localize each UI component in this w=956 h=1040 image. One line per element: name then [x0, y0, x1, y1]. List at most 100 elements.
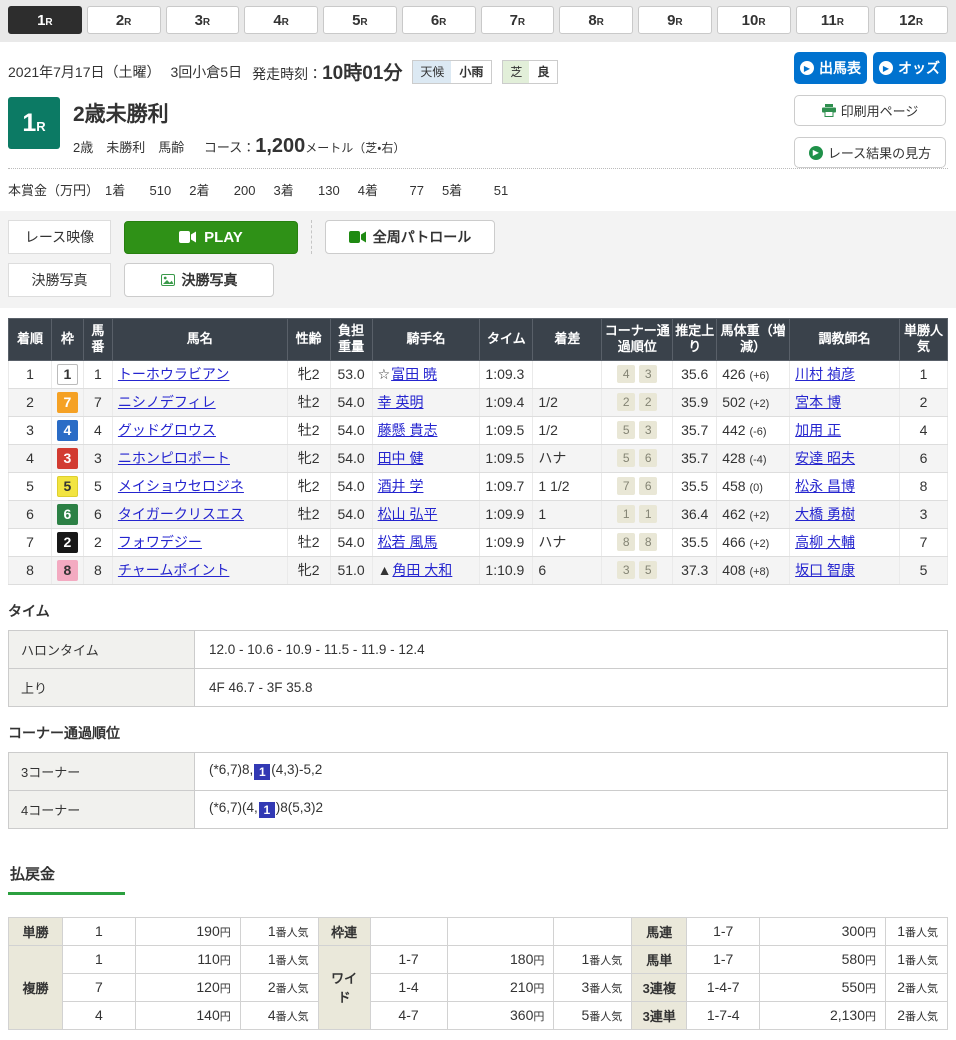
horse-name-link[interactable]: メイショウセロジネ	[118, 478, 244, 494]
last-3f: 35.7	[673, 416, 717, 444]
print-page-button[interactable]: 印刷用ページ	[794, 95, 946, 126]
corner-positions: 88	[602, 528, 673, 556]
body-weight-diff: (+6)	[749, 370, 769, 382]
prize-money-row: 本賞金（万円）1着5102着2003着1304着775着51	[8, 168, 948, 207]
horse-name-link[interactable]: トーホウラビアン	[118, 366, 229, 382]
corner-positions: 43	[602, 360, 673, 388]
payout-combination: 1-4-7	[687, 973, 760, 1001]
race-tab-11r[interactable]: 11R	[796, 6, 870, 34]
results-header: 推定上り	[673, 319, 717, 361]
start-time-label: 発走時刻：	[252, 66, 322, 82]
corner-position-box: 2	[639, 393, 657, 411]
frame-number-badge: 5	[57, 476, 78, 497]
jockey-link[interactable]: 幸 英明	[378, 394, 424, 410]
corner-position-box: 2	[617, 393, 635, 411]
horse-name-link[interactable]: ニホンピロポート	[118, 450, 230, 466]
race-date: 2021年7月17日（土曜）	[8, 62, 161, 82]
race-tab-3r[interactable]: 3R	[166, 6, 240, 34]
race-tab-6r[interactable]: 6R	[402, 6, 476, 34]
time-section-title: タイム	[8, 601, 948, 621]
trainer-link[interactable]: 坂口 智康	[795, 562, 855, 578]
corner-position-box: 7	[617, 477, 635, 495]
patrol-video-button[interactable]: 全周パトロール	[325, 220, 495, 254]
payout-section: 払戻金 単勝1190円1番人気枠連馬連1-7300円1番人気複勝1110円1番人…	[8, 863, 948, 1040]
corner-row: 3コーナー(*6,7)8,1(4,3)-5,2	[9, 752, 948, 790]
race-tab-9r[interactable]: 9R	[638, 6, 712, 34]
corner-row-value: (*6,7)8,1(4,3)-5,2	[195, 752, 948, 790]
horse-name-link[interactable]: タイガークリスエス	[118, 506, 244, 522]
race-tab-7r[interactable]: 7R	[481, 6, 555, 34]
race-tab-10r[interactable]: 10R	[717, 6, 791, 34]
chevron-circle-icon: ▶	[879, 61, 893, 75]
frame-cell: 7	[51, 388, 83, 416]
entry-table-button[interactable]: ▶ 出馬表	[794, 52, 867, 84]
trainer-link[interactable]: 大橋 勇樹	[795, 506, 855, 522]
frame-number-badge: 2	[57, 532, 78, 553]
payout-combination: 1-7	[370, 945, 447, 973]
tab-r-suffix: R	[916, 17, 923, 28]
course-label: コース：	[204, 140, 255, 155]
horse-name-link[interactable]: ニシノデフィレ	[118, 394, 216, 410]
jockey-link[interactable]: 藤懸 貴志	[378, 422, 438, 438]
trainer-link[interactable]: 松永 昌博	[795, 478, 855, 494]
jockey-link[interactable]: 角田 大和	[392, 562, 452, 578]
win-popularity: 4	[899, 416, 947, 444]
trainer-link[interactable]: 宮本 博	[795, 394, 841, 410]
chevron-circle-icon: ▶	[800, 61, 814, 75]
last-3f: 35.5	[673, 472, 717, 500]
jockey-link[interactable]: 富田 暁	[391, 366, 437, 382]
race-conditions-line: 2歳 未勝利 馬齢 コース：1,200メートル（芝・右）	[73, 135, 405, 158]
finish-photo-label: 決勝写真	[8, 263, 111, 297]
play-button[interactable]: PLAY	[124, 221, 298, 254]
race-tab-5r[interactable]: 5R	[323, 6, 397, 34]
race-tab-4r[interactable]: 4R	[244, 6, 318, 34]
corner-positions: 22	[602, 388, 673, 416]
race-number-suffix: R	[36, 119, 45, 134]
race-tab-2r[interactable]: 2R	[87, 6, 161, 34]
win-popularity: 2	[899, 388, 947, 416]
horse-name-link[interactable]: フォワデジー	[118, 534, 202, 550]
payout-combination: 1-7	[687, 917, 760, 945]
frame-cell: 4	[51, 416, 83, 444]
odds-button[interactable]: ▶ オッズ	[873, 52, 946, 84]
result-row: 888チャームポイント牝251.0▲角田 大和1:10.963537.3408 …	[9, 556, 948, 584]
trainer-link[interactable]: 加用 正	[795, 422, 841, 438]
sex-age: 牡2	[287, 500, 330, 528]
trainer-link[interactable]: 川村 禎彦	[795, 366, 855, 382]
margin: ハナ	[533, 528, 602, 556]
trainer-link[interactable]: 安達 昭夫	[795, 450, 855, 466]
finish-photo-button[interactable]: 決勝写真	[124, 263, 274, 297]
payout-table: 単勝1190円1番人気枠連馬連1-7300円1番人気複勝1110円1番人気ワイド…	[8, 917, 948, 1030]
payout-combination: 1-4	[370, 973, 447, 1001]
corner-position-box: 3	[639, 421, 657, 439]
payout-popularity: 1番人気	[554, 945, 632, 973]
jockey-cell: 田中 健	[372, 444, 480, 472]
divider	[311, 220, 312, 254]
race-tab-8r[interactable]: 8R	[559, 6, 633, 34]
race-tab-1r[interactable]: 1R	[8, 6, 82, 34]
horse-name-cell: チャームポイント	[112, 556, 287, 584]
result-guide-button[interactable]: ▶ レース結果の見方	[794, 137, 946, 168]
horse-name-link[interactable]: グッドグロウス	[118, 422, 216, 438]
race-tab-12r[interactable]: 12R	[874, 6, 948, 34]
horse-number: 2	[83, 528, 112, 556]
corner-positions: 56	[602, 444, 673, 472]
trainer-link[interactable]: 高柳 大輔	[795, 534, 855, 550]
body-weight: 462 (+2)	[717, 500, 790, 528]
payout-combination: 4	[62, 1001, 135, 1029]
jockey-link[interactable]: 松若 風馬	[378, 534, 438, 550]
margin: 1	[533, 500, 602, 528]
body-weight: 466 (+2)	[717, 528, 790, 556]
horse-name-link[interactable]: チャームポイント	[118, 562, 229, 578]
results-header: 馬番	[83, 319, 112, 361]
jockey-link[interactable]: 酒井 学	[378, 478, 424, 494]
jockey-link[interactable]: 田中 健	[378, 450, 424, 466]
jockey-link[interactable]: 松山 弘平	[378, 506, 438, 522]
last-3f: 35.6	[673, 360, 717, 388]
payout-amount: 2,130円	[760, 1001, 886, 1029]
frame-number-badge: 1	[57, 364, 78, 385]
tab-r-suffix: R	[758, 17, 765, 28]
trainer-cell: 川村 禎彦	[790, 360, 900, 388]
carried-weight: 51.0	[330, 556, 372, 584]
payout-amount: 360円	[447, 1001, 554, 1029]
